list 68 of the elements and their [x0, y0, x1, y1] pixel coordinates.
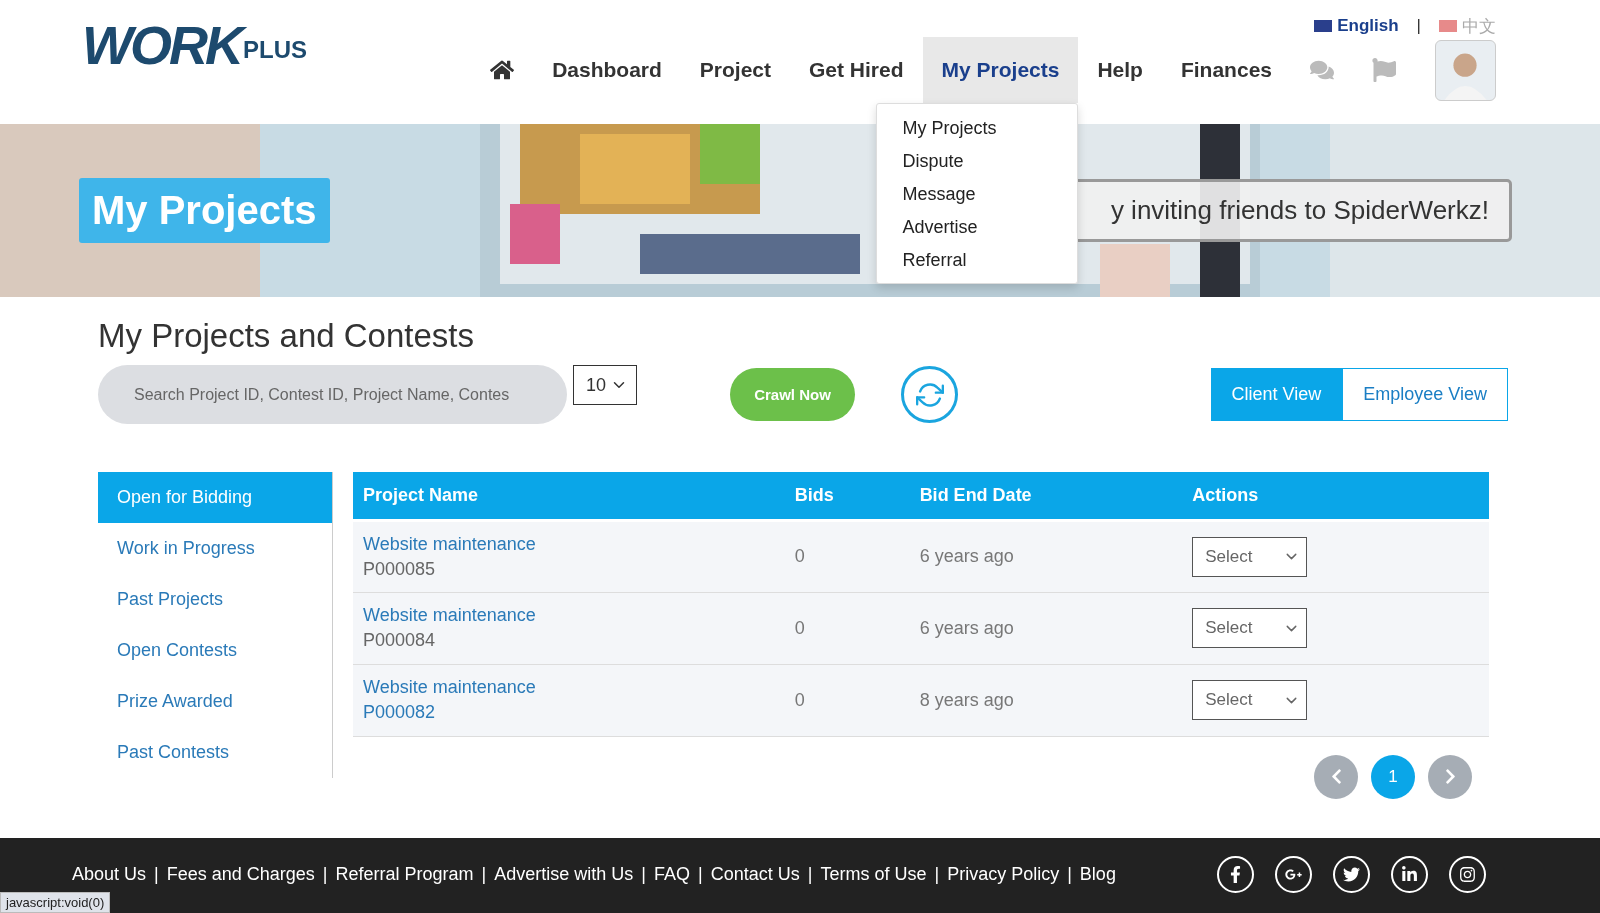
action-select[interactable]: Select	[1192, 680, 1308, 720]
column-header: Project Name	[353, 472, 785, 520]
table-cell: 6 years ago	[909, 592, 1183, 664]
footer-link[interactable]: FAQ	[654, 864, 690, 885]
table-cell: 8 years ago	[909, 664, 1183, 736]
status-bar: javascript:void(0)	[0, 892, 111, 913]
linkedin-icon[interactable]	[1391, 856, 1428, 893]
footer-link[interactable]: Advertise with Us	[494, 864, 634, 885]
search-field[interactable]: Search Project ID, Contest ID, Project Name, Contes	[98, 365, 567, 424]
title-link[interactable]: Website maintenance	[363, 603, 775, 628]
home-icon	[490, 58, 515, 82]
separator: |	[1067, 864, 1072, 885]
menu-item[interactable]: Dispute	[877, 145, 1078, 178]
sidebar-item[interactable]: Past Projects	[98, 574, 332, 625]
action-select[interactable]: Select	[1192, 536, 1308, 577]
view-tab[interactable]: Employee View	[1342, 368, 1508, 421]
sidebar-item[interactable]: Past Contests	[98, 727, 332, 778]
footer-link[interactable]: Referral Program	[335, 864, 474, 885]
sidebar-item[interactable]: Prize Awarded	[98, 676, 332, 727]
separator: |	[934, 864, 940, 885]
separator: |	[807, 864, 813, 885]
table-cell: 0	[784, 520, 910, 592]
title-link[interactable]: Website maintenance	[363, 675, 775, 700]
menu-item[interactable]: Referral	[877, 244, 1078, 277]
table-cell: 0	[784, 664, 910, 736]
flag-icon	[1439, 20, 1457, 32]
title-link[interactable]: Website maintenance	[363, 531, 775, 557]
nav-link[interactable]: Dashboard	[533, 37, 681, 103]
sidebar-item[interactable]: Open Contests	[98, 625, 332, 676]
camera-icon[interactable]	[1449, 856, 1486, 893]
footer-link[interactable]: Contact Us	[710, 864, 800, 885]
nav-link[interactable]: Get Hired	[790, 37, 923, 103]
nav-link[interactable]: Project	[680, 37, 790, 103]
footer-link[interactable]: Blog	[1079, 864, 1116, 885]
project-id: P000082	[363, 701, 437, 724]
bird-icon[interactable]	[1333, 856, 1370, 893]
footer-link[interactable]: Fees and Charges	[166, 864, 315, 885]
menu-item[interactable]: My Projects	[877, 112, 1078, 145]
column-header: Bid End Date	[909, 472, 1183, 520]
footer-link[interactable]: About Us	[72, 864, 147, 885]
separator: |	[641, 864, 646, 885]
google-plus-icon[interactable]	[1275, 856, 1312, 893]
project-id: P000084	[363, 629, 437, 652]
separator: |	[1416, 16, 1421, 36]
project-id: P000085	[363, 557, 437, 581]
nav-link[interactable]: My Projects	[922, 37, 1079, 103]
action-select[interactable]: Select	[1192, 608, 1308, 648]
separator: |	[698, 864, 703, 885]
table-cell: 6 years ago	[909, 520, 1183, 592]
refresh-icon[interactable]	[901, 366, 958, 423]
language-link[interactable]: English	[1314, 16, 1399, 36]
separator: |	[322, 864, 328, 885]
logo[interactable]: WORKPLUS	[82, 0, 307, 124]
section-title: My Projects and Contests	[98, 317, 475, 355]
separator: |	[481, 864, 487, 885]
facebook-icon[interactable]	[1217, 856, 1254, 893]
flag-icon	[1314, 20, 1333, 32]
page-size-select[interactable]: 10	[573, 365, 637, 405]
page-title: My Projects	[79, 178, 330, 243]
nav-link[interactable]: Finances	[1161, 37, 1291, 103]
nav-link[interactable]: Help	[1078, 37, 1162, 103]
separator: |	[154, 864, 159, 885]
footer-link[interactable]: Privacy Policy	[947, 864, 1060, 885]
column-header: Actions	[1182, 472, 1489, 520]
sidebar-item[interactable]: Work in Progress	[98, 523, 332, 574]
footer-link[interactable]: Terms of Use	[820, 864, 927, 885]
table-cell: 0	[784, 592, 910, 664]
column-header: Bids	[784, 472, 910, 520]
